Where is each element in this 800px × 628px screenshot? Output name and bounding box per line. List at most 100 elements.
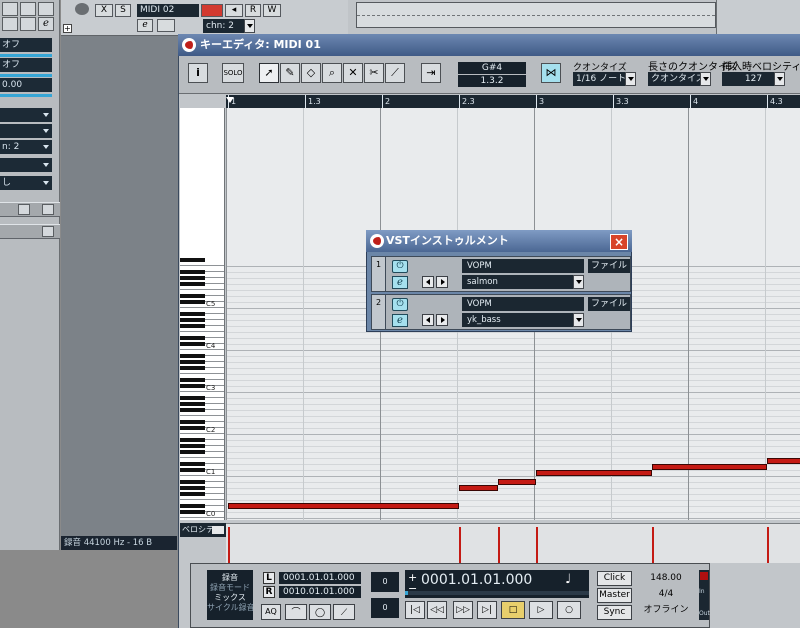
- postroll-display[interactable]: 0: [371, 598, 399, 618]
- section-expand-icon[interactable]: [42, 226, 54, 237]
- black-key[interactable]: [180, 312, 205, 316]
- midi-note[interactable]: [767, 458, 800, 464]
- left-locator-button[interactable]: L: [263, 572, 275, 584]
- track-name-field[interactable]: MIDI 02: [137, 4, 199, 17]
- inspector-dropdown-3[interactable]: [0, 158, 52, 172]
- black-key[interactable]: [180, 480, 205, 484]
- right-locator-button[interactable]: R: [263, 586, 275, 598]
- info-button[interactable]: i: [188, 63, 208, 83]
- track-monitor-button[interactable]: ◂: [225, 4, 243, 17]
- section-expand-icon[interactable]: [42, 204, 54, 215]
- black-key[interactable]: [180, 324, 205, 328]
- black-key[interactable]: [180, 282, 205, 286]
- note-position-display[interactable]: 1.3.2: [458, 75, 526, 87]
- cycle-icon[interactable]: ◯: [309, 604, 331, 620]
- insert-velocity-dropdown[interactable]: 127: [722, 72, 785, 86]
- note-pitch-display[interactable]: G#4: [458, 62, 526, 74]
- midi-note[interactable]: [228, 503, 459, 509]
- piano-keyboard[interactable]: C5 C4 C3 C2 C1 C0: [180, 108, 225, 520]
- punch-out-icon[interactable]: ⟋: [333, 604, 355, 620]
- inspector-dropdown-4[interactable]: し: [0, 176, 52, 190]
- folder-icon[interactable]: [2, 17, 18, 31]
- monitor-icon[interactable]: [38, 2, 54, 16]
- midi-note[interactable]: [459, 485, 498, 491]
- solo-button[interactable]: SOLO: [222, 63, 244, 83]
- black-key[interactable]: [180, 444, 205, 448]
- record-icon[interactable]: ○: [557, 601, 581, 619]
- velocity-bar[interactable]: [497, 527, 500, 563]
- black-key[interactable]: [180, 450, 205, 454]
- fast-forward-icon[interactable]: ▷▷: [453, 601, 473, 619]
- track-lane-button[interactable]: [157, 19, 175, 32]
- black-key[interactable]: [180, 468, 205, 472]
- track-read-button[interactable]: R: [245, 4, 261, 17]
- black-key[interactable]: [180, 270, 205, 274]
- auto-quantize-button[interactable]: AQ: [261, 604, 281, 620]
- sync-button[interactable]: Sync: [597, 605, 632, 620]
- left-locator-display[interactable]: 0001.01.01.000: [279, 572, 361, 584]
- black-key[interactable]: [180, 300, 205, 304]
- track-channel-dropdown[interactable]: chn: 2: [203, 19, 255, 33]
- edit-instrument-icon[interactable]: e: [392, 314, 408, 327]
- stop-icon[interactable]: □: [501, 601, 525, 619]
- autoscroll-icon[interactable]: ⇥: [421, 63, 441, 83]
- program-dropdown[interactable]: salmon: [462, 275, 584, 289]
- track-record-button[interactable]: [201, 4, 223, 17]
- inspector-field-4[interactable]: 0.00: [0, 78, 52, 92]
- click-button[interactable]: Click: [597, 571, 632, 586]
- pencil-tool-icon[interactable]: ✎: [280, 63, 300, 83]
- velocity-bar[interactable]: [459, 527, 461, 563]
- prev-program-icon[interactable]: [422, 276, 434, 288]
- edit-instrument-icon[interactable]: e: [392, 276, 408, 289]
- master-button[interactable]: Master: [597, 588, 632, 603]
- velocity-bar[interactable]: [651, 527, 654, 563]
- black-key[interactable]: [180, 402, 205, 406]
- power-icon[interactable]: ⏻: [392, 298, 408, 311]
- black-key[interactable]: [180, 276, 205, 280]
- file-button[interactable]: ファイル: [588, 297, 630, 311]
- copy-icon[interactable]: [20, 17, 36, 31]
- track-x-button[interactable]: X: [95, 4, 113, 17]
- black-key[interactable]: [180, 462, 205, 466]
- velocity-bar[interactable]: [228, 527, 230, 563]
- plugin-name[interactable]: VOPM: [462, 259, 584, 273]
- punch-in-icon[interactable]: ⌒: [285, 604, 307, 620]
- edit-icon[interactable]: e: [38, 17, 54, 31]
- playhead-marker-icon[interactable]: [226, 97, 234, 103]
- black-key[interactable]: [180, 438, 205, 442]
- expand-icon[interactable]: +: [63, 24, 72, 33]
- record-enable-icon[interactable]: [20, 2, 36, 16]
- mute-tool-icon[interactable]: ✕: [343, 63, 363, 83]
- midi-note[interactable]: [651, 464, 767, 470]
- goto-start-icon[interactable]: |◁: [405, 601, 425, 619]
- black-key[interactable]: [180, 510, 205, 514]
- midi-note[interactable]: [497, 479, 536, 485]
- black-key[interactable]: [180, 504, 205, 508]
- right-locator-display[interactable]: 0010.01.01.000: [279, 586, 361, 598]
- black-key[interactable]: [180, 426, 205, 430]
- lock-icon[interactable]: [2, 2, 18, 16]
- prev-program-icon[interactable]: [422, 314, 434, 326]
- position-slider-handle[interactable]: [405, 591, 408, 595]
- power-icon[interactable]: ⏻: [392, 260, 408, 273]
- black-key[interactable]: [180, 366, 205, 370]
- black-key[interactable]: [180, 492, 205, 496]
- arrow-tool-icon[interactable]: ➚: [259, 63, 279, 83]
- black-key[interactable]: [180, 420, 205, 424]
- inspector-field-1[interactable]: オフ: [0, 38, 52, 52]
- preroll-display[interactable]: 0: [371, 572, 399, 592]
- section-toggle-icon[interactable]: [18, 204, 30, 215]
- black-key[interactable]: [180, 486, 205, 490]
- midi-note[interactable]: [536, 470, 652, 476]
- next-program-icon[interactable]: [436, 276, 448, 288]
- black-key[interactable]: [180, 294, 205, 298]
- eraser-tool-icon[interactable]: ◇: [301, 63, 321, 83]
- black-key[interactable]: [180, 258, 205, 262]
- play-icon[interactable]: ▷: [529, 601, 553, 619]
- tempo-display[interactable]: 148.00 4/4 オフライン: [637, 570, 695, 618]
- inspector-dropdown-2[interactable]: [0, 124, 52, 138]
- inspector-dropdown-1[interactable]: [0, 108, 52, 122]
- black-key[interactable]: [180, 408, 205, 412]
- line-tool-icon[interactable]: ⟋: [385, 63, 405, 83]
- track-solo-button[interactable]: S: [115, 4, 131, 17]
